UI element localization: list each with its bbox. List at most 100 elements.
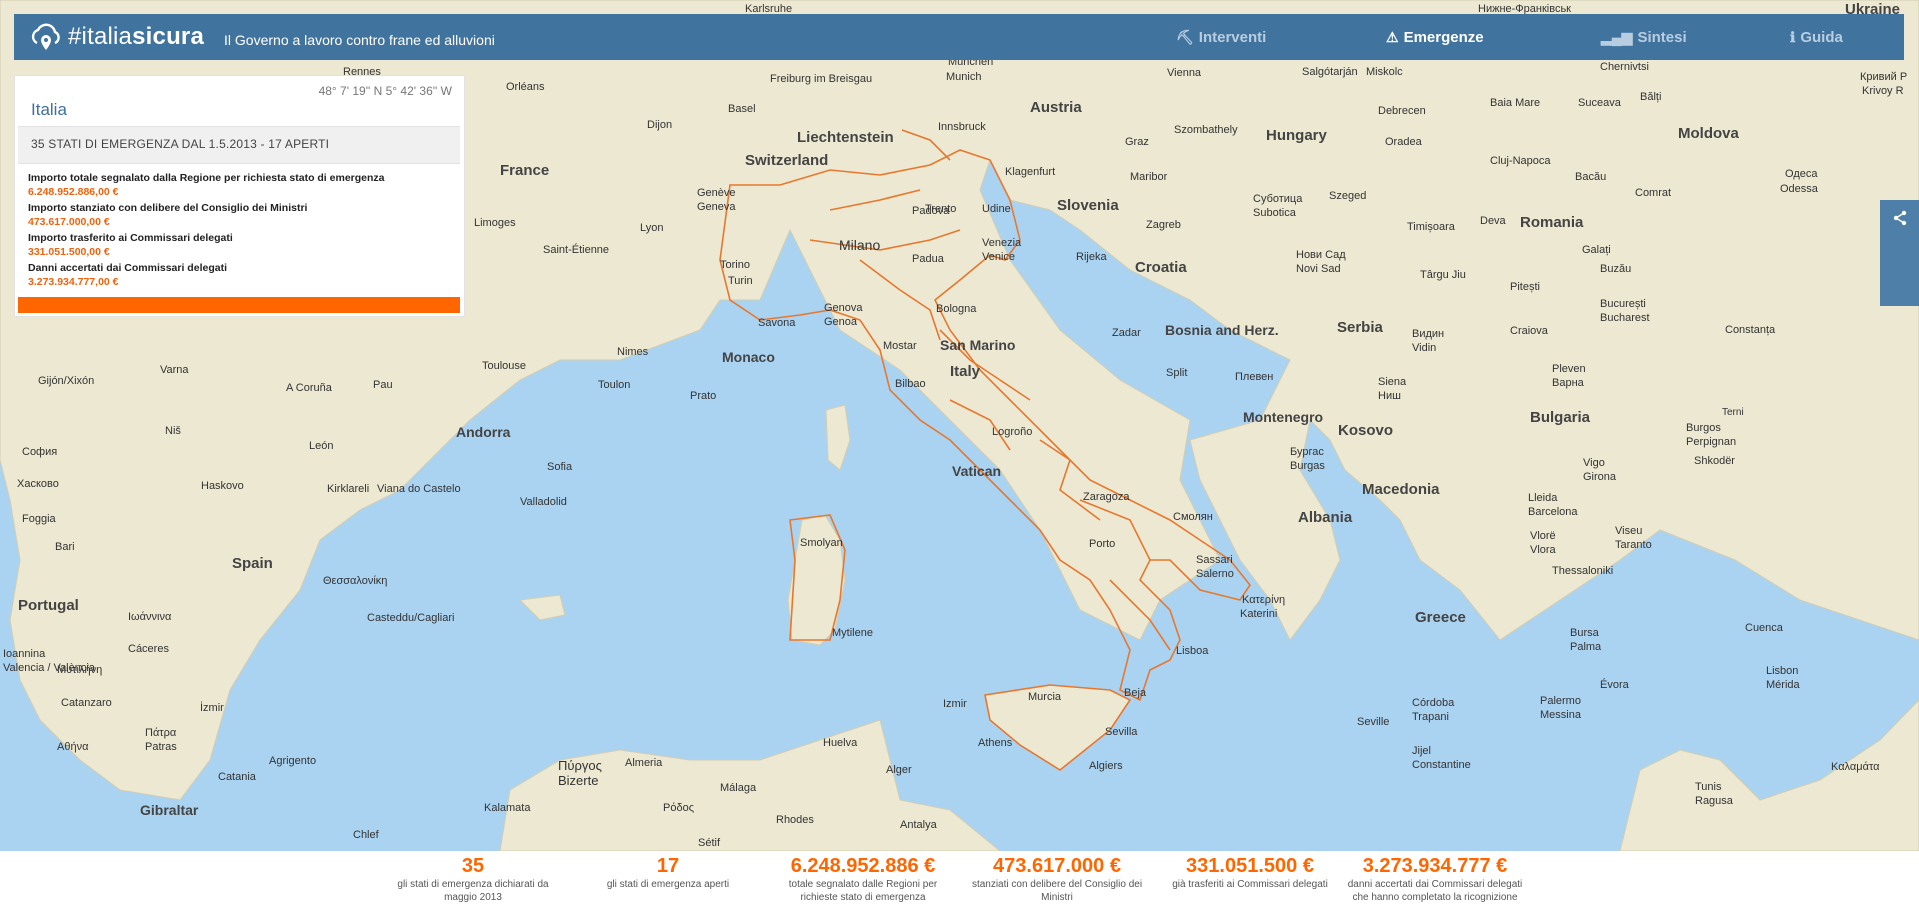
- footer-stats: 35 gli stati di emergenza dichiarati da …: [0, 851, 1919, 911]
- nav-label: Interventi: [1198, 28, 1267, 46]
- city-label: Maribor: [1130, 171, 1168, 183]
- city-label: Szeged: [1329, 190, 1366, 202]
- city-label: Szombathely: [1174, 124, 1238, 136]
- city-label: Subotica: [1253, 207, 1297, 219]
- nav-sintesi[interactable]: ▂▄▆ Sintesi: [1601, 14, 1687, 60]
- city-label: Haskovo: [201, 480, 244, 492]
- city-label: Cluj-Napoca: [1490, 155, 1551, 167]
- metric-item: Importo stanziato con delibere del Consi…: [28, 201, 385, 229]
- city-label: Cáceres: [128, 643, 169, 655]
- city-label: Orléans: [506, 81, 545, 93]
- city-label: A Coruña: [286, 382, 333, 394]
- city-label: Torino: [720, 259, 750, 271]
- city-label: Zagreb: [1146, 219, 1181, 231]
- city-label: Rhodes: [776, 814, 814, 826]
- country-label: Austria: [1030, 99, 1082, 116]
- city-label: Lisbon: [1766, 665, 1798, 677]
- country-label: Greece: [1415, 609, 1466, 626]
- city-label: Rijeka: [1076, 251, 1107, 263]
- city-label: Târgu Jiu: [1420, 269, 1466, 281]
- metric-value: 473.617.000,00 €: [28, 216, 110, 228]
- city-label: Lisboa: [1176, 645, 1209, 657]
- metric-value: 331.051.500,00 €: [28, 246, 110, 258]
- city-label: Dijon: [647, 119, 672, 131]
- metric-label: Importo stanziato con delibere del Consi…: [28, 202, 308, 214]
- share-button[interactable]: [1880, 200, 1919, 306]
- metric-label: Importo totale segnalato dalla Regione p…: [28, 172, 385, 184]
- city-label: Pitești: [1510, 281, 1540, 293]
- stat-item: 35 gli stati di emergenza dichiarati da …: [393, 851, 553, 904]
- city-label: Vidin: [1412, 342, 1436, 354]
- city-label: Nimes: [617, 346, 649, 358]
- nav-emergenze[interactable]: ⚠ Emergenze: [1386, 14, 1484, 60]
- city-label: Нови Сад: [1296, 249, 1346, 261]
- country-label: Romania: [1520, 214, 1584, 231]
- country-label: Vatican: [952, 463, 1001, 479]
- city-label: Munich: [946, 71, 981, 83]
- stat-desc: gli stati di emergenza dichiarati da: [397, 879, 549, 890]
- country-label: Monaco: [722, 349, 775, 365]
- city-label: Izmir: [943, 698, 967, 710]
- city-label: Logroño: [992, 426, 1032, 438]
- city-label: Плевен: [1235, 371, 1273, 383]
- country-label: Macedonia: [1362, 481, 1440, 498]
- city-label: Palma: [1570, 641, 1602, 653]
- city-label: Смолян: [1173, 511, 1213, 523]
- city-label: Algiers: [1089, 760, 1123, 772]
- stat-desc: Ministri: [1041, 892, 1073, 903]
- city-label: Padova: [912, 205, 950, 217]
- city-label: Суботица: [1253, 193, 1303, 205]
- stat-item: 6.248.952.886 € totale segnalato dalle R…: [778, 851, 948, 904]
- city-label: Katerini: [1240, 608, 1277, 620]
- city-label: Μυτιλήνη: [57, 664, 102, 676]
- city-label: Ρόδος: [663, 802, 694, 814]
- city-label: Odessa: [1780, 183, 1819, 195]
- city-label: Seville: [1357, 716, 1389, 728]
- city-label: Klagenfurt: [1005, 166, 1055, 178]
- city-label: Варна: [1552, 377, 1585, 389]
- city-label: Sassari: [1196, 554, 1233, 566]
- city-label: Trapani: [1412, 711, 1449, 723]
- city-label: Thessaloniki: [1552, 565, 1613, 577]
- stat-item: 17 gli stati di emergenza aperti: [588, 851, 748, 891]
- city-label: Patras: [145, 741, 177, 753]
- metric-item: Importo totale segnalato dalla Regione p…: [28, 171, 385, 199]
- city-label: Κατερίνη: [1242, 594, 1285, 606]
- city-label: Genoa: [824, 316, 858, 328]
- country-label: Moldova: [1678, 125, 1739, 142]
- city-label: Casteddu/Cagliari: [367, 612, 454, 624]
- city-label: Vlora: [1530, 544, 1557, 556]
- country-label: Serbia: [1337, 319, 1384, 336]
- brand-suffix: sicura: [132, 23, 205, 50]
- city-label: Genova: [824, 302, 863, 314]
- city-label: Geneva: [697, 201, 736, 213]
- city-label: Murcia: [1028, 691, 1062, 703]
- city-label: Málaga: [720, 782, 757, 794]
- city-label: Smolyan: [800, 537, 843, 549]
- country-label: San Marino: [940, 337, 1015, 353]
- tagline: Il Governo a lavoro contro frane ed allu…: [224, 32, 495, 48]
- brand[interactable]: #italiasicura: [28, 19, 204, 55]
- city-label: Pau: [373, 379, 393, 391]
- city-label: Bizerte: [558, 773, 598, 788]
- nav-guida[interactable]: ℹ Guida: [1790, 14, 1843, 60]
- stat-value: 35: [461, 855, 485, 877]
- city-label: Prato: [690, 390, 716, 402]
- city-label: Ioannina: [3, 648, 46, 660]
- city-label: Girona: [1583, 471, 1617, 483]
- city-label: Gijón/Xixón: [38, 375, 94, 387]
- country-label: Kosovo: [1338, 422, 1393, 439]
- city-label: Chernivtsi: [1600, 61, 1649, 73]
- stat-desc: richieste stato di emergenza: [800, 892, 926, 903]
- city-label: Athens: [978, 737, 1013, 749]
- city-label: Porto: [1089, 538, 1115, 550]
- excavator-icon: ⛏: [1176, 28, 1194, 45]
- country-label: Gibraltar: [140, 802, 199, 818]
- stat-item: 473.617.000 € stanziati con delibere del…: [967, 851, 1147, 904]
- info-panel: 48° 7' 19'' N 5° 42' 36'' W Italia 35 ST…: [14, 75, 465, 317]
- city-label: Miskolc: [1366, 66, 1403, 78]
- nav-interventi[interactable]: ⛏ Interventi: [1176, 14, 1266, 60]
- metric-value: 6.248.952.886,00 €: [28, 186, 119, 198]
- country-label: Italy: [950, 363, 981, 380]
- city-label: Kalamata: [484, 802, 531, 814]
